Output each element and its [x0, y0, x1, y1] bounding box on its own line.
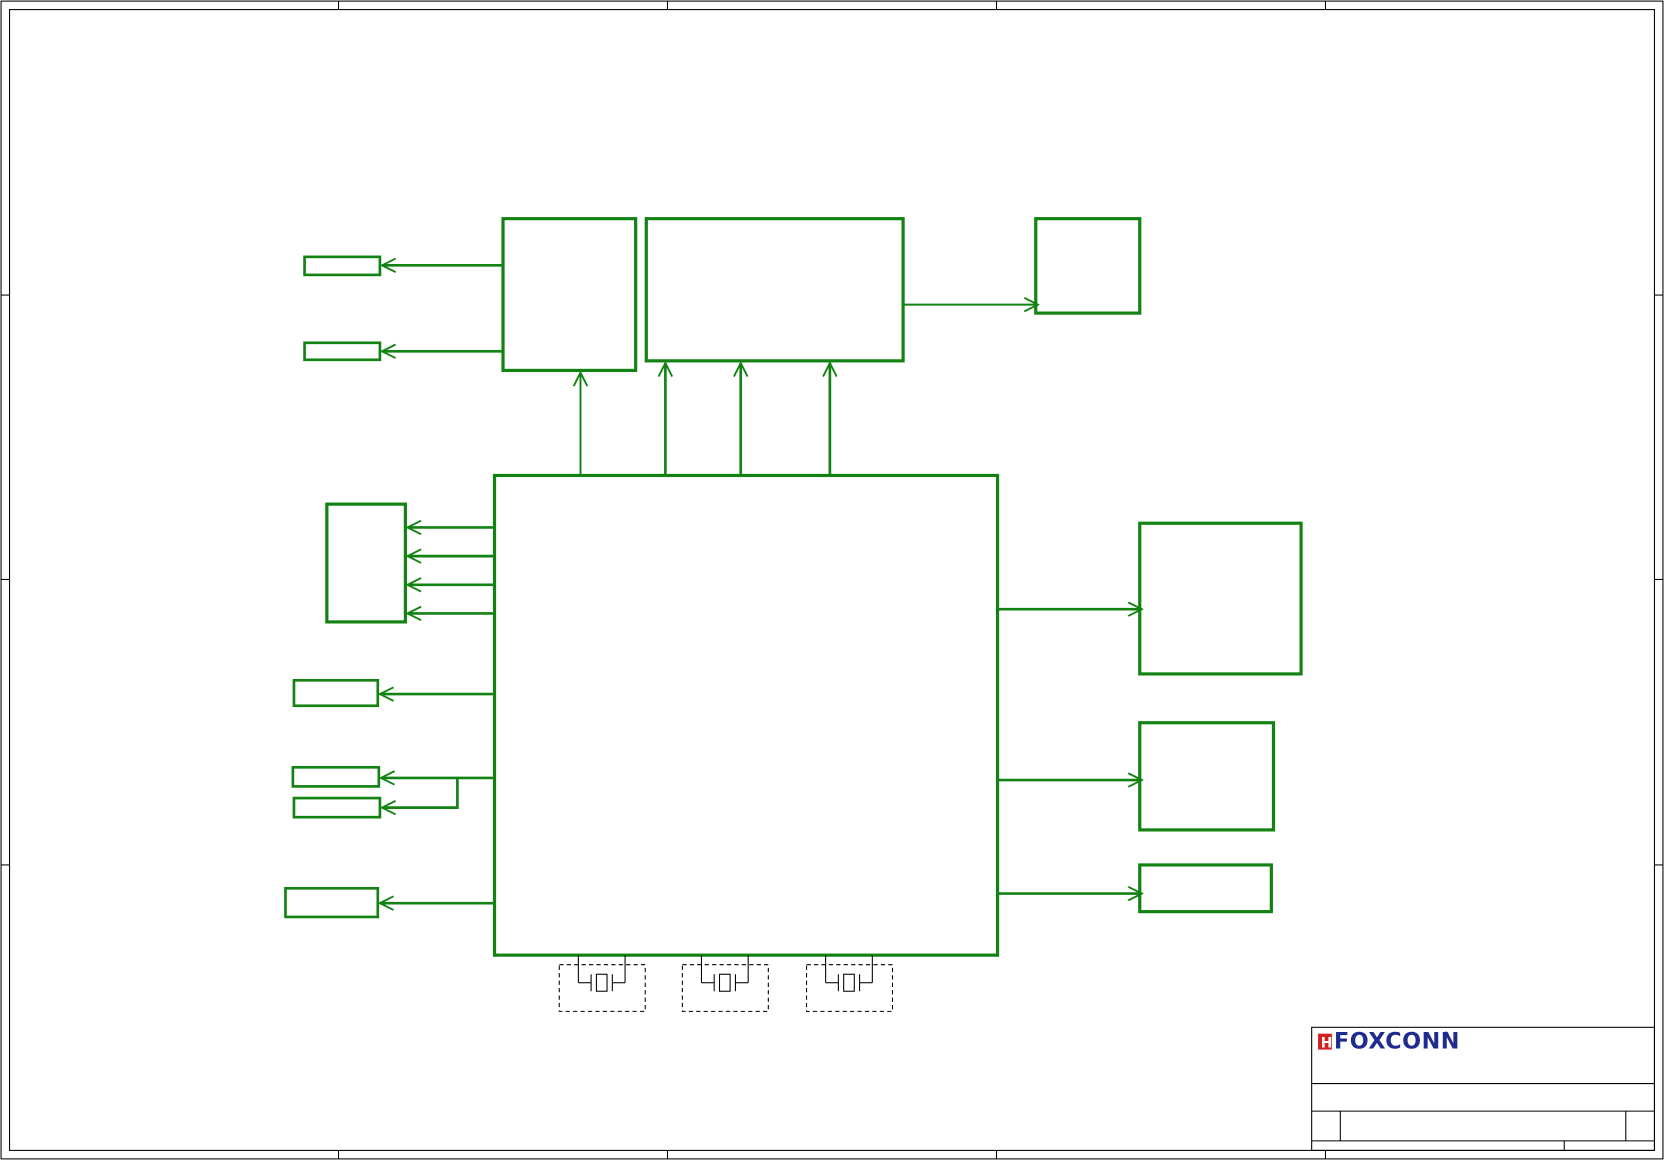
foxconn-mark-letter: H [1321, 1035, 1333, 1051]
diagram-blocks [325, 217, 1303, 957]
foxconn-registered-mark: ® [1442, 1030, 1449, 1039]
crystal-body [718, 973, 731, 992]
arrow-to-connector-5 [382, 777, 459, 808]
crystal-symbol [558, 955, 646, 1012]
block-right-lower [1138, 863, 1273, 914]
block-top-left [501, 217, 638, 372]
crystal-boundary [681, 964, 769, 1012]
crystal-boundary [558, 964, 646, 1012]
crystal-group [558, 955, 894, 1012]
crystal-body [843, 973, 855, 992]
block-left-bus [325, 502, 407, 624]
crystal-boundary [806, 964, 894, 1012]
crystal-body [595, 973, 608, 992]
connector-small-blocks [284, 255, 382, 919]
schematic-sheet: H FOXCONN ® [0, 0, 1664, 1160]
connector-5 [292, 796, 382, 819]
block-top-right [1034, 217, 1142, 315]
connector-6 [284, 886, 380, 919]
connector-2 [303, 341, 382, 362]
foxconn-logo-text: FOXCONN [1334, 1029, 1460, 1055]
block-right-upper [1138, 521, 1303, 676]
crystal-symbol [806, 955, 894, 1012]
foxconn-logo: H FOXCONN ® [1318, 1029, 1460, 1055]
sheet-frame [0, 0, 1664, 1160]
connector-1 [303, 255, 382, 277]
crystal-symbol [681, 955, 769, 1012]
block-right-middle [1138, 721, 1276, 832]
connector-4 [291, 765, 381, 788]
block-main-center [492, 473, 1000, 957]
connector-3 [292, 678, 380, 708]
block-top-center [644, 217, 905, 363]
